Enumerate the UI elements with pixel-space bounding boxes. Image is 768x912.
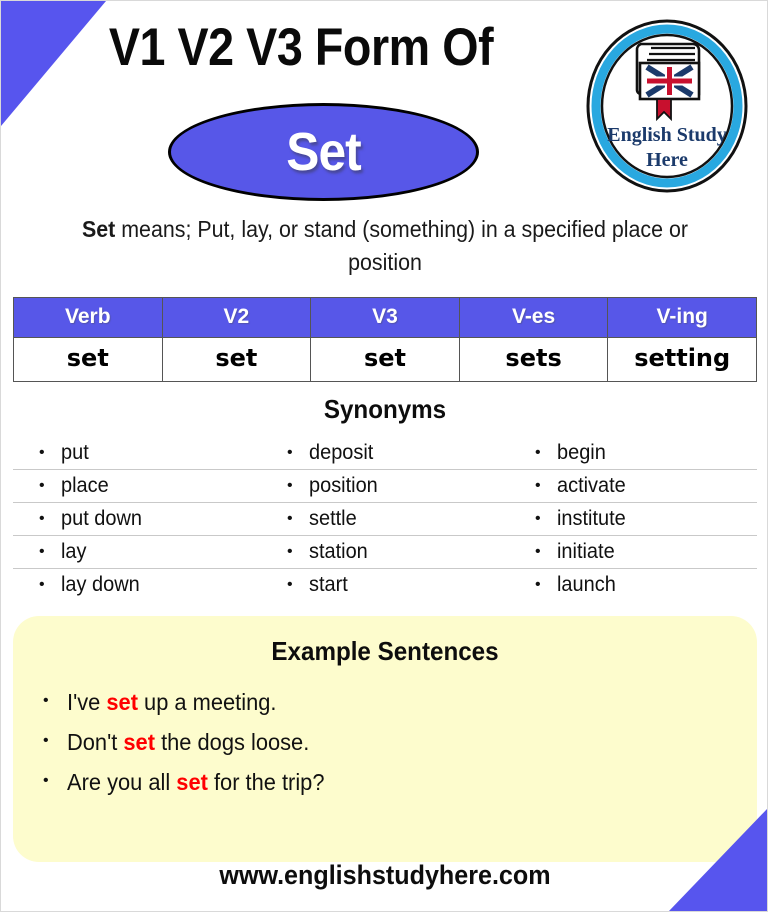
example-sentences-title: Example Sentences xyxy=(271,636,499,666)
synonym-label: deposit xyxy=(308,441,373,464)
synonym-label: start xyxy=(308,573,348,596)
example-sentence-text: I've set up a meeting. xyxy=(66,689,277,715)
synonym-row: • put • deposit • begin xyxy=(13,437,757,470)
column-header-v2: V2 xyxy=(161,297,312,338)
synonym-item: • institute xyxy=(509,507,757,531)
bullet-icon: • xyxy=(287,477,293,494)
bullet-icon: • xyxy=(287,543,293,560)
highlighted-verb: set xyxy=(123,729,155,755)
column-header-v3: V3 xyxy=(310,297,460,338)
synonym-item: • initiate xyxy=(509,540,757,564)
synonym-label: launch xyxy=(556,573,616,596)
synonym-label: institute xyxy=(556,507,626,530)
synonym-item: • place xyxy=(13,474,261,498)
bullet-icon: • xyxy=(287,576,293,593)
table-header-row: Verb V2 V3 V-es V-ing xyxy=(13,297,757,338)
example-sentence-text: Don't set the dogs loose. xyxy=(66,729,309,755)
example-sentences-list: • I've set up a meeting. • Don't set the do… xyxy=(13,689,757,796)
infographic-page: V1 V2 V3 Form Of Set English Study Here … xyxy=(0,0,768,912)
bullet-icon: • xyxy=(535,543,541,560)
synonym-item: • put xyxy=(13,441,261,465)
highlighted-verb: set xyxy=(175,769,208,795)
synonym-item: • position xyxy=(261,474,509,498)
synonym-label: put down xyxy=(60,507,142,530)
column-header-ves: V-es xyxy=(458,297,609,338)
verb-word: Set xyxy=(286,122,361,182)
definition-text: Set means; Put, lay, or stand (something… xyxy=(63,213,707,278)
synonym-label: activate xyxy=(556,474,626,497)
cell-v2: set xyxy=(161,337,312,382)
page-title: V1 V2 V3 Form Of xyxy=(108,18,494,77)
synonym-item: • settle xyxy=(261,507,509,531)
logo-line-2: Here xyxy=(646,149,688,171)
bullet-icon: • xyxy=(535,576,541,593)
synonym-item: • begin xyxy=(509,441,757,465)
example-sentence-item: • I've set up a meeting. xyxy=(43,689,757,716)
synonym-label: initiate xyxy=(556,540,615,563)
bullet-icon: • xyxy=(43,772,49,789)
bullet-icon: • xyxy=(43,732,49,749)
synonym-label: lay xyxy=(60,540,87,563)
cell-ving: setting xyxy=(607,337,757,382)
synonym-row: • lay down • start • launch xyxy=(13,569,757,601)
synonym-item: • lay xyxy=(13,540,261,564)
synonym-row: • place • position • activate xyxy=(13,470,757,503)
synonym-item: • lay down xyxy=(13,573,261,597)
bullet-icon: • xyxy=(287,510,293,527)
bullet-icon: • xyxy=(39,477,45,494)
example-sentence-item: • Are you all set for the trip? xyxy=(43,769,757,796)
english-study-here-logo: English Study Here xyxy=(583,17,751,195)
synonym-row: • lay • station • initiate xyxy=(13,536,757,569)
synonym-item: • activate xyxy=(509,474,757,498)
highlighted-verb: set xyxy=(106,689,138,715)
verb-forms-table: Verb V2 V3 V-es V-ing set set set sets s… xyxy=(13,297,757,382)
definition-body: means; Put, lay, or stand (something) in… xyxy=(115,216,688,275)
synonym-item: • launch xyxy=(509,573,757,597)
synonym-item: • put down xyxy=(13,507,261,531)
synonym-label: begin xyxy=(556,441,606,464)
cell-ves: sets xyxy=(458,337,609,382)
cell-v3: set xyxy=(310,337,460,382)
synonym-label: station xyxy=(308,540,368,563)
bullet-icon: • xyxy=(535,510,541,527)
bullet-icon: • xyxy=(39,510,45,527)
bullet-icon: • xyxy=(39,444,45,461)
logo-badge-icon: English Study Here xyxy=(586,19,748,193)
column-header-ving: V-ing xyxy=(607,297,757,338)
bullet-icon: • xyxy=(43,692,49,709)
table-row: set set set sets setting xyxy=(13,337,757,382)
synonym-label: place xyxy=(60,474,109,497)
example-sentences-panel: Example Sentences • I've set up a meeting… xyxy=(13,616,757,862)
example-sentence-text: Are you all set for the trip? xyxy=(66,769,325,795)
verb-highlight-ellipse: Set xyxy=(168,103,479,201)
synonym-label: put xyxy=(60,441,89,464)
uk-flag-icon xyxy=(645,64,694,98)
corner-decoration-bottom-right xyxy=(669,809,767,911)
bullet-icon: • xyxy=(535,477,541,494)
definition-term: Set xyxy=(82,216,116,242)
synonym-item: • start xyxy=(261,573,509,597)
bullet-icon: • xyxy=(287,444,293,461)
column-header-verb: Verb xyxy=(13,297,163,338)
synonym-item: • deposit xyxy=(261,441,509,465)
synonyms-grid: • put • deposit • begin • place • position • activa… xyxy=(13,437,757,601)
bullet-icon: • xyxy=(39,576,45,593)
synonym-row: • put down • settle • institute xyxy=(13,503,757,536)
bullet-icon: • xyxy=(535,444,541,461)
synonym-label: lay down xyxy=(60,573,140,596)
bullet-icon: • xyxy=(39,543,45,560)
example-sentence-item: • Don't set the dogs loose. xyxy=(43,729,757,756)
cell-verb: set xyxy=(13,337,163,382)
footer-url: www.englishstudyhere.com xyxy=(219,860,551,890)
synonym-label: settle xyxy=(308,507,357,530)
logo-line-1: English Study xyxy=(607,124,727,146)
synonym-item: • station xyxy=(261,540,509,564)
synonym-label: position xyxy=(308,474,378,497)
synonyms-title: Synonyms xyxy=(323,394,447,424)
